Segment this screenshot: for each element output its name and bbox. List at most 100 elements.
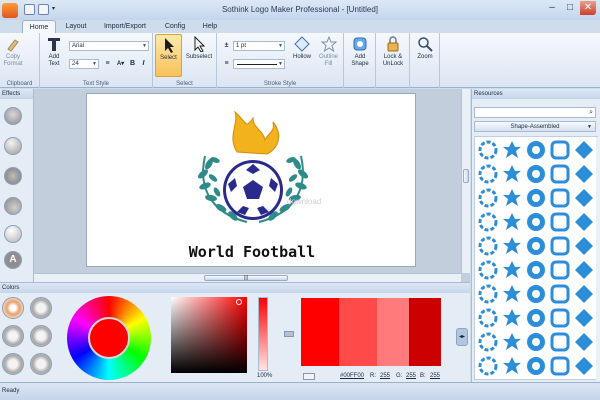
- shape-thumbnail[interactable]: [500, 210, 524, 234]
- shape-thumbnail[interactable]: [524, 138, 548, 162]
- shape-thumbnail[interactable]: [548, 258, 572, 282]
- shape-thumbnail[interactable]: [572, 306, 596, 330]
- search-icon[interactable]: ⌕: [589, 109, 593, 117]
- effect-bevel[interactable]: [4, 107, 22, 125]
- logo-artwork[interactable]: [87, 94, 417, 268]
- add-shape-button[interactable]: Add Shape: [346, 36, 374, 67]
- shape-thumbnail[interactable]: [524, 234, 548, 258]
- shape-thumbnail[interactable]: [500, 282, 524, 306]
- select-tool-button[interactable]: Select: [155, 34, 182, 77]
- shape-thumbnail[interactable]: [524, 354, 548, 378]
- shape-thumbnail[interactable]: [548, 186, 572, 210]
- shape-thumbnail[interactable]: [572, 210, 596, 234]
- hex-value[interactable]: #00FF00: [340, 373, 364, 379]
- effect-text-a-icon[interactable]: A: [4, 251, 22, 269]
- logo-text[interactable]: World Football: [187, 243, 317, 261]
- shape-thumbnail[interactable]: [548, 282, 572, 306]
- shape-thumbnail[interactable]: [476, 138, 500, 162]
- shape-thumbnail[interactable]: [572, 234, 596, 258]
- resource-category-select[interactable]: Shape-Assembled ▼: [474, 121, 596, 132]
- shape-thumbnail[interactable]: [500, 354, 524, 378]
- minimize-button[interactable]: –: [544, 1, 560, 15]
- shape-thumbnail[interactable]: [476, 258, 500, 282]
- gradient-type-radial-button[interactable]: [2, 297, 24, 319]
- shape-thumbnail[interactable]: [524, 306, 548, 330]
- color-swatch[interactable]: [301, 298, 339, 366]
- stroke-width-select[interactable]: 1 pt ▼: [233, 41, 285, 51]
- alpha-slider[interactable]: [258, 297, 268, 371]
- shape-thumbnail[interactable]: [524, 258, 548, 282]
- italic-button[interactable]: I: [138, 59, 149, 69]
- effect-emboss[interactable]: [4, 137, 22, 155]
- bold-button[interactable]: B: [127, 59, 138, 69]
- stroke-type-select[interactable]: ▼: [233, 59, 285, 69]
- shape-thumbnail[interactable]: [476, 306, 500, 330]
- shape-library-scrollbar[interactable]: [596, 137, 600, 381]
- shape-thumbnail[interactable]: [524, 282, 548, 306]
- tab-layout[interactable]: Layout: [58, 20, 94, 33]
- design-canvas[interactable]: download World Football: [86, 93, 416, 267]
- canvas-horizontal-scrollbar[interactable]: |||: [34, 273, 461, 282]
- gradient-type-4-button[interactable]: [30, 325, 52, 347]
- effect-glow[interactable]: [4, 225, 22, 243]
- shape-thumbnail[interactable]: [524, 210, 548, 234]
- shape-thumbnail[interactable]: [500, 234, 524, 258]
- color-swatch[interactable]: [409, 298, 441, 366]
- shape-thumbnail[interactable]: [572, 162, 596, 186]
- shape-thumbnail[interactable]: [500, 258, 524, 282]
- lock-unlock-button[interactable]: Lock & UnLock: [378, 36, 408, 67]
- text-color-icon[interactable]: A▾: [115, 59, 126, 69]
- swatch-options-button[interactable]: [303, 373, 315, 380]
- close-button[interactable]: ✕: [580, 1, 596, 15]
- shape-thumbnail[interactable]: [500, 162, 524, 186]
- shape-thumbnail[interactable]: [476, 330, 500, 354]
- shape-thumbnail[interactable]: [500, 330, 524, 354]
- shape-thumbnail[interactable]: [476, 210, 500, 234]
- subselect-tool-button[interactable]: Subselect: [184, 36, 214, 61]
- tab-config[interactable]: Config: [157, 20, 193, 33]
- shape-thumbnail[interactable]: [476, 234, 500, 258]
- horizontal-scroll-thumb[interactable]: |||: [204, 275, 288, 281]
- outline-fill-button[interactable]: Outline Fill: [315, 36, 342, 67]
- font-family-select[interactable]: Arial ▼: [69, 41, 149, 51]
- b-value[interactable]: 255: [430, 373, 440, 379]
- shape-thumbnail[interactable]: [572, 258, 596, 282]
- shape-thumbnail[interactable]: [476, 186, 500, 210]
- g-value[interactable]: 255: [406, 373, 416, 379]
- shape-thumbnail[interactable]: [548, 330, 572, 354]
- shape-thumbnail[interactable]: [476, 162, 500, 186]
- color-swatch[interactable]: [377, 298, 409, 366]
- r-value[interactable]: 255: [380, 373, 390, 379]
- align-icon[interactable]: ≡: [102, 59, 113, 69]
- shape-thumbnail[interactable]: [548, 306, 572, 330]
- saturation-value-picker[interactable]: [171, 297, 247, 373]
- shape-thumbnail[interactable]: [548, 234, 572, 258]
- color-picker-cursor[interactable]: [236, 299, 242, 305]
- copy-format-button[interactable]: Copy Format: [1, 36, 25, 67]
- vertical-scroll-thumb[interactable]: [463, 169, 469, 183]
- maximize-button[interactable]: □: [562, 1, 578, 15]
- shape-thumbnail[interactable]: [548, 210, 572, 234]
- shape-thumbnail[interactable]: [548, 138, 572, 162]
- shape-thumbnail[interactable]: [572, 354, 596, 378]
- resources-search-input[interactable]: ⌕: [474, 107, 596, 118]
- zoom-button[interactable]: Zoom: [412, 36, 438, 61]
- shape-thumbnail[interactable]: [500, 306, 524, 330]
- color-swatch[interactable]: [339, 298, 377, 366]
- gradient-type-6-button[interactable]: [30, 353, 52, 375]
- tab-import-export[interactable]: Import/Export: [96, 20, 154, 33]
- add-text-button[interactable]: Add Text: [43, 36, 65, 67]
- shape-thumbnail[interactable]: [500, 138, 524, 162]
- tab-help[interactable]: Help: [195, 20, 225, 33]
- shape-thumbnail[interactable]: [500, 186, 524, 210]
- panel-collapse-icon[interactable]: ◂▸: [456, 328, 468, 346]
- shape-thumbnail[interactable]: [572, 138, 596, 162]
- effect-shadow[interactable]: [4, 197, 22, 215]
- canvas-vertical-scrollbar[interactable]: [461, 89, 470, 273]
- shape-thumbnail[interactable]: [476, 354, 500, 378]
- font-size-select[interactable]: 24 ▼: [69, 59, 99, 69]
- shape-thumbnail[interactable]: [524, 330, 548, 354]
- shape-thumbnail[interactable]: [548, 162, 572, 186]
- hollow-button[interactable]: Hollow: [289, 36, 315, 61]
- shape-thumbnail[interactable]: [524, 186, 548, 210]
